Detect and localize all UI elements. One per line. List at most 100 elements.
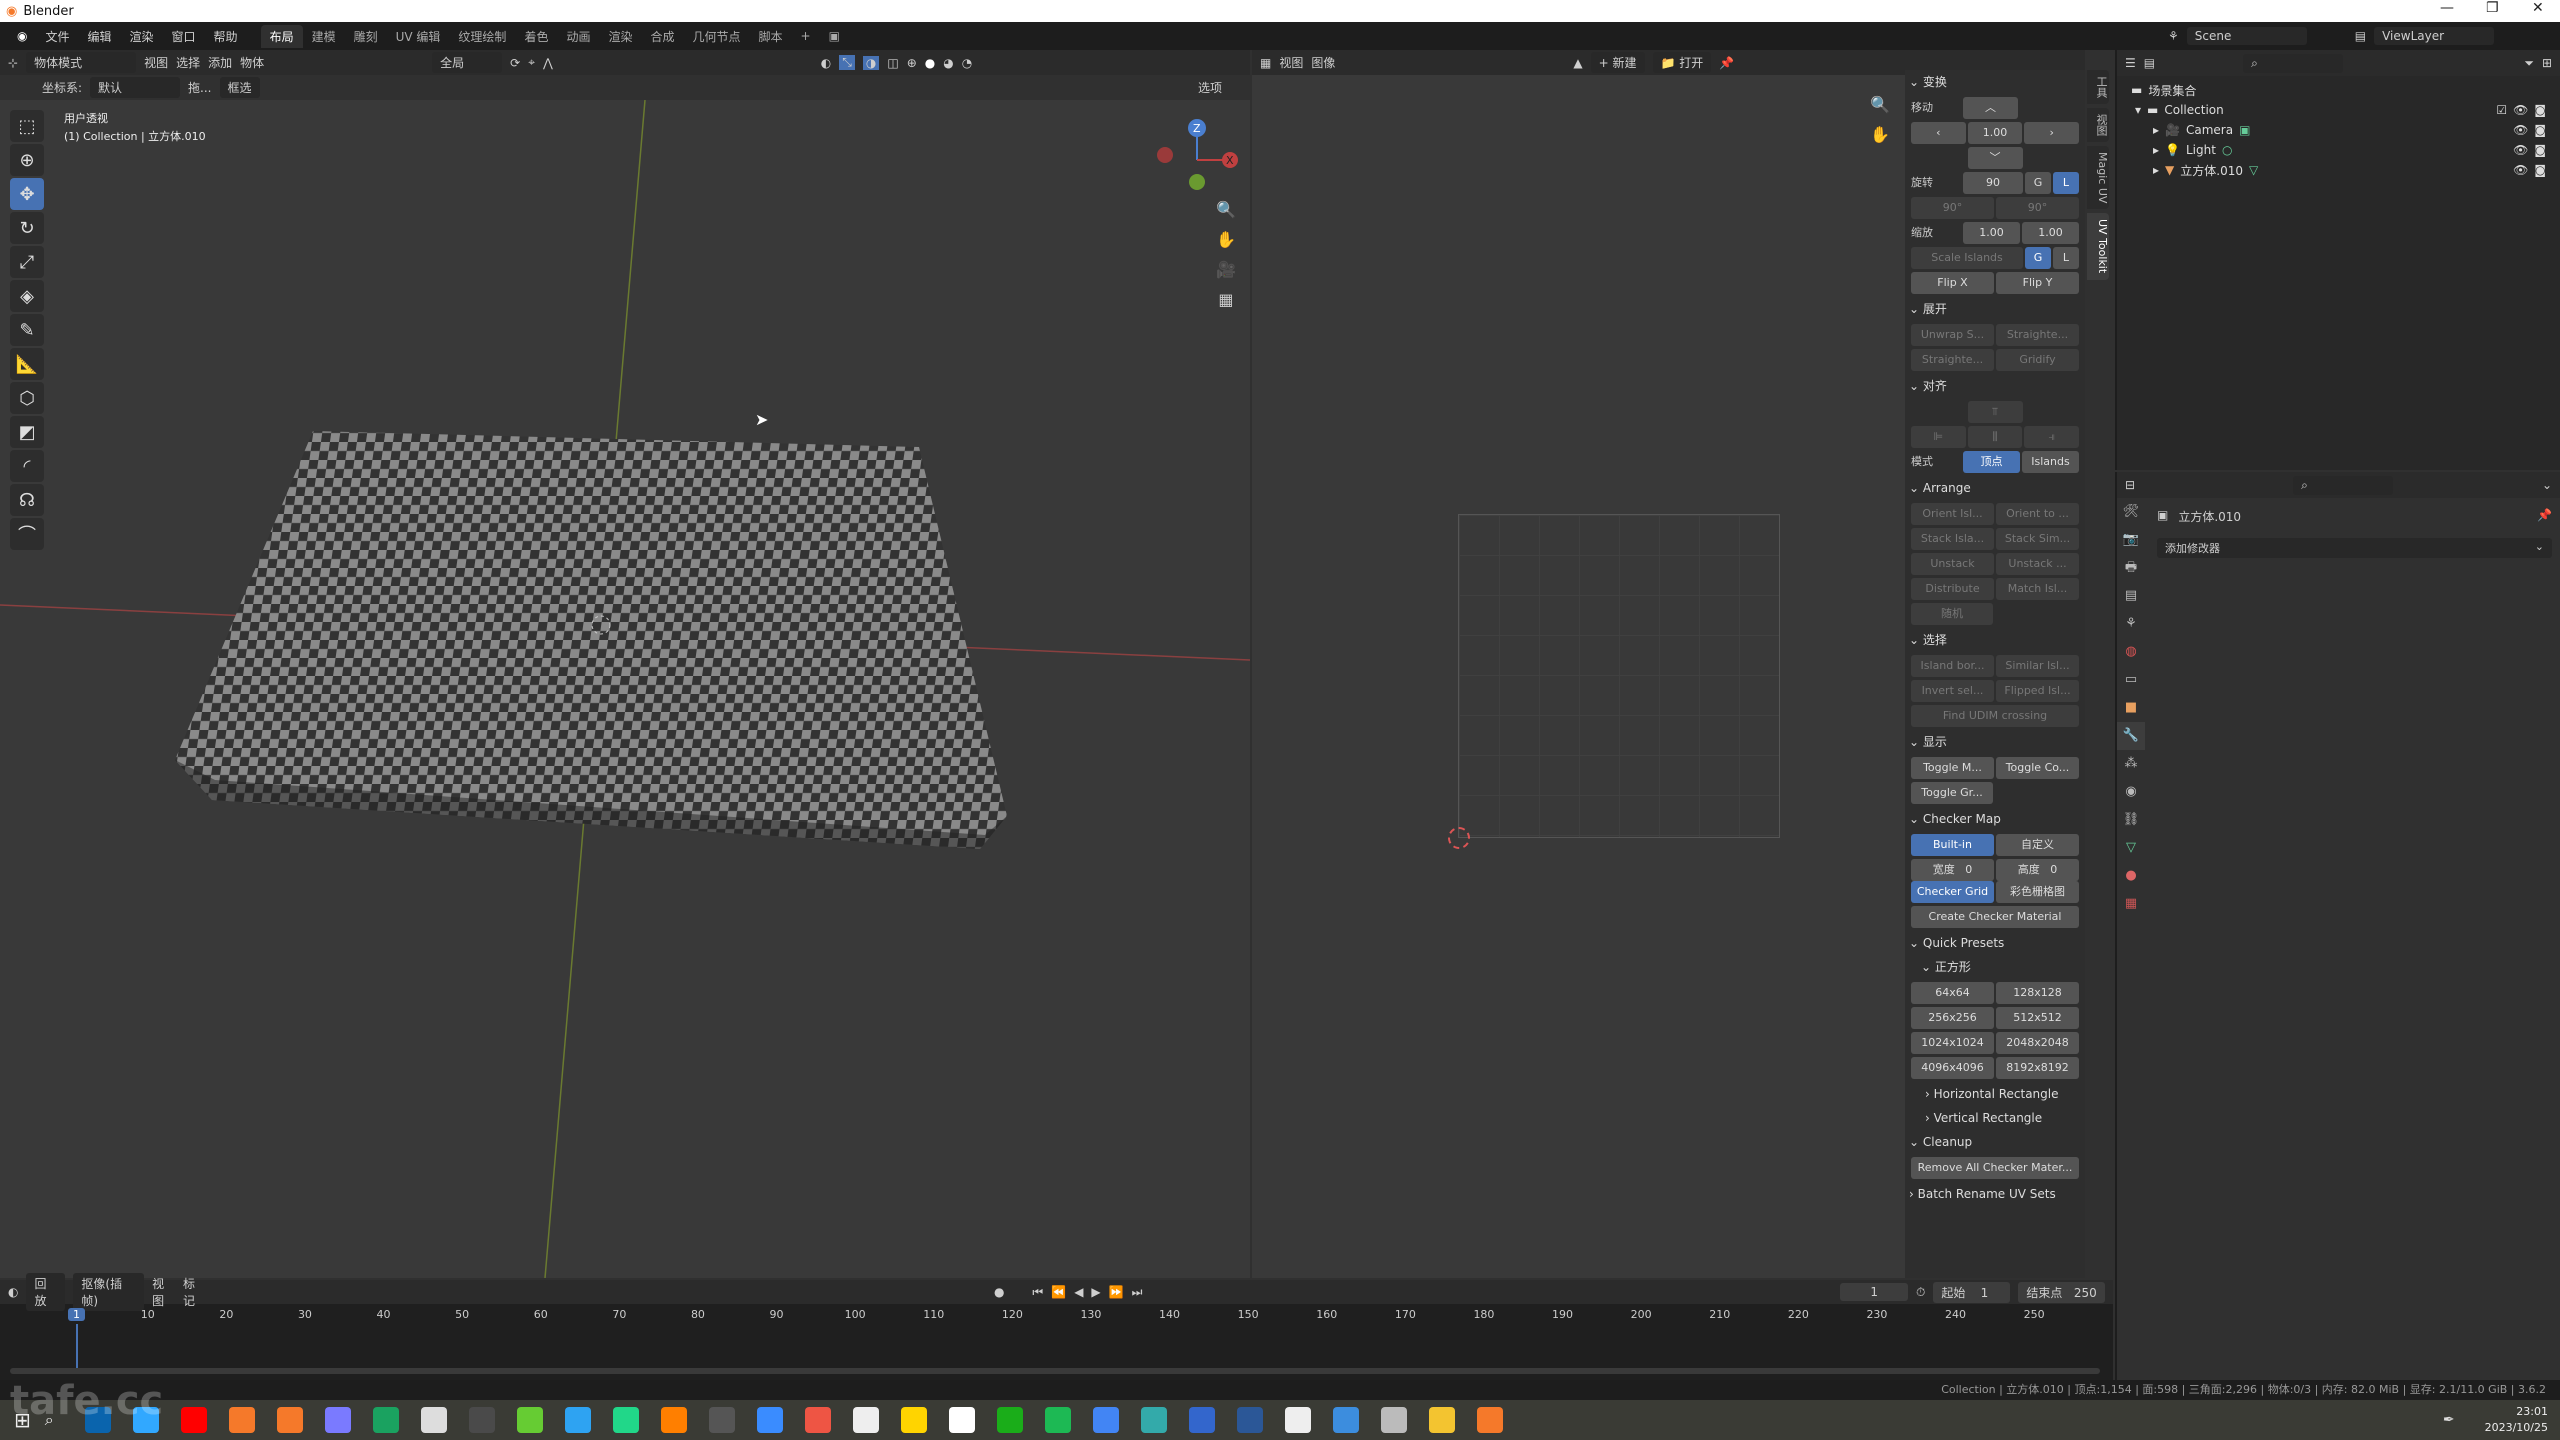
timeline-editor-icon[interactable]: ◐ — [8, 1285, 18, 1299]
toggle-material-button[interactable]: Toggle M... — [1911, 757, 1994, 779]
move-value-field[interactable]: 1.00 — [1967, 122, 2023, 144]
preset-512-button[interactable]: 512x512 — [1996, 1007, 2079, 1029]
rotate-value-field[interactable]: 90 — [1963, 172, 2023, 194]
move-up-button[interactable]: ︿ — [1963, 97, 2018, 119]
prev-keyframe-icon[interactable]: ⏪ — [1051, 1285, 1066, 1299]
unstack-2-button[interactable]: Unstack ... — [1996, 553, 2079, 575]
render-camera-icon[interactable]: ◙ — [2534, 163, 2546, 177]
shear-tool-icon[interactable]: ◩ — [10, 416, 44, 448]
batch-rename-header[interactable]: › Batch Rename UV Sets — [1905, 1182, 2085, 1206]
orient-islands-button[interactable]: Orient Isl... — [1911, 503, 1994, 525]
taskbar-app-icon[interactable] — [324, 1407, 351, 1433]
pan-hand-icon[interactable]: ✋ — [1216, 225, 1236, 255]
scale-global-button[interactable]: G — [2025, 247, 2051, 269]
uv-pan-hand-icon[interactable]: ✋ — [1870, 120, 1890, 150]
visibility-eye-icon[interactable]: 👁 — [2513, 143, 2528, 157]
outliner-item-light[interactable]: ▸ 💡 Light ○ 👁 ◙ — [2131, 140, 2546, 160]
menu-help[interactable]: 帮助 — [205, 25, 247, 48]
new-image-button[interactable]: + 新建 — [1590, 52, 1645, 73]
tab-view[interactable]: 视图 — [2087, 108, 2109, 142]
cursor-tool-icon[interactable]: ⊕ — [10, 144, 44, 176]
align-right-button[interactable]: ⫣ — [2024, 426, 2080, 448]
pin-icon[interactable]: 📌 — [2537, 508, 2552, 525]
scale-x-field[interactable]: 1.00 — [1963, 222, 2020, 244]
stack-similar-button[interactable]: Stack Sim... — [1996, 528, 2079, 550]
add-workspace-button[interactable]: + — [792, 26, 820, 46]
taskbar-app-icon[interactable] — [1140, 1407, 1167, 1433]
tab-texture-paint[interactable]: 纹理绘制 — [449, 25, 515, 48]
taskbar-app-icon[interactable] — [996, 1407, 1023, 1433]
orientation-dropdown[interactable]: 全局 — [432, 52, 503, 73]
edge-slide-tool-icon[interactable]: ⌒ — [10, 518, 44, 550]
align-mode-islands[interactable]: Islands — [2022, 451, 2079, 473]
flip-y-button[interactable]: Flip Y — [1996, 272, 2079, 294]
xray-icon[interactable]: ◫ — [887, 56, 898, 70]
taskbar-app-icon[interactable] — [468, 1407, 495, 1433]
align-center-button[interactable]: ⫼ — [1967, 426, 2023, 448]
output-tab-icon[interactable]: 🖶 — [2117, 554, 2145, 582]
custom-button[interactable]: 自定义 — [1996, 834, 2079, 856]
add-modifier-dropdown[interactable]: 添加修改器 ⌄ — [2157, 538, 2552, 558]
taskbar-app-icon[interactable] — [1476, 1407, 1503, 1433]
next-keyframe-icon[interactable]: ⏩ — [1109, 1285, 1124, 1299]
collection-tab-icon[interactable]: ▭ — [2117, 666, 2145, 694]
outliner-editor-icon[interactable]: ☰ — [2125, 56, 2136, 70]
rotate-global-button[interactable]: G — [2025, 172, 2051, 194]
exclude-checkbox[interactable]: ☑ — [2496, 103, 2507, 117]
outliner-item-collection[interactable]: ▾ ▬ Collection ☑ 👁 ◙ — [2131, 100, 2546, 120]
object-tab-icon[interactable]: ■ — [2117, 694, 2145, 722]
jump-end-icon[interactable]: ⏭ — [1132, 1285, 1143, 1300]
preset-128-button[interactable]: 128x128 — [1996, 982, 2079, 1004]
view-layer-field[interactable]: ViewLayer — [2374, 27, 2495, 45]
arrange-panel-header[interactable]: ⌄ Arrange — [1905, 476, 2085, 500]
taskbar-app-icon[interactable] — [1236, 1407, 1263, 1433]
uv-editor-type-icon[interactable]: ▦ — [1260, 56, 1271, 70]
distribute-button[interactable]: Distribute — [1911, 578, 1994, 600]
play-icon[interactable]: ▶ — [1091, 1285, 1100, 1299]
outliner-root[interactable]: ▬ 场景集合 — [2131, 80, 2546, 100]
zoom-icon[interactable]: 🔍 — [1216, 195, 1236, 225]
properties-search-input[interactable]: ⌕ — [2293, 475, 2394, 495]
tab-sculpting[interactable]: 雕刻 — [345, 25, 387, 48]
navigation-gizmo[interactable]: Z X — [1150, 115, 1240, 205]
physics-tab-icon[interactable]: ◉ — [2117, 778, 2145, 806]
workspace-extra-icon[interactable]: ▣ — [820, 26, 849, 46]
taskbar-app-icon[interactable] — [756, 1407, 783, 1433]
taskbar-app-icon[interactable] — [1284, 1407, 1311, 1433]
taskbar-app-icon[interactable] — [276, 1407, 303, 1433]
taskbar-app-icon[interactable] — [516, 1407, 543, 1433]
tab-modeling[interactable]: 建模 — [303, 25, 345, 48]
data-tab-icon[interactable]: ▽ — [2117, 834, 2145, 862]
3d-viewport[interactable]: ⊹ 物体模式 视图 选择 添加 物体 全局 ⟳ ⌖ ⋀ ◐ ⤡ ◑ ◫ ⊕ ● … — [0, 50, 1250, 1278]
rotate-local-button[interactable]: L — [2053, 172, 2079, 194]
uv-menu-view[interactable]: 视图 — [1279, 54, 1303, 71]
timeline-scrollbar[interactable] — [10, 1368, 2100, 1374]
timeline[interactable]: ◐ 回放 抠像(插帧) 视图 标记 ● ⏮ ⏪ ◀ ▶ ⏩ ⏭ 1 ⏱ 起始 1… — [0, 1273, 2113, 1380]
timeline-menu-view[interactable]: 视图 — [152, 1275, 175, 1309]
render-tab-icon[interactable]: 📷 — [2117, 526, 2145, 554]
mode-dropdown[interactable]: 物体模式 — [26, 52, 137, 73]
snap-icon[interactable]: ⌖ — [528, 55, 535, 70]
tab-animation[interactable]: 动画 — [557, 25, 599, 48]
preset-1024-button[interactable]: 1024x1024 — [1911, 1032, 1994, 1054]
cleanup-panel-header[interactable]: ⌄ Cleanup — [1905, 1130, 2085, 1154]
tab-magic-uv[interactable]: Magic UV — [2087, 146, 2109, 210]
filter-icon[interactable]: ⏷ — [2524, 56, 2534, 71]
menu-edit[interactable]: 编辑 — [79, 25, 121, 48]
solid-shading-icon[interactable]: ● — [925, 56, 935, 70]
render-camera-icon[interactable]: ◙ — [2534, 103, 2546, 117]
taskbar-app-icon[interactable] — [708, 1407, 735, 1433]
jump-start-icon[interactable]: ⏮ — [1032, 1285, 1043, 1300]
scale-islands-button[interactable]: Scale Islands — [1911, 247, 2023, 269]
checker-map-panel-header[interactable]: ⌄ Checker Map — [1905, 807, 2085, 831]
similar-islands-button[interactable]: Similar Isl... — [1996, 655, 2079, 677]
world-tab-icon[interactable]: ◍ — [2117, 638, 2145, 666]
scene-tab-icon[interactable]: ⚘ — [2117, 610, 2145, 638]
move-tool-icon[interactable]: ✥ — [10, 178, 44, 210]
uv-menu-image[interactable]: 图像 — [1311, 54, 1335, 71]
move-right-button[interactable]: › — [2024, 122, 2080, 144]
keying-dropdown[interactable]: 抠像(插帧) — [73, 1273, 145, 1311]
taskbar-app-icon[interactable] — [1380, 1407, 1407, 1433]
menu-select[interactable]: 选择 — [176, 54, 200, 71]
color-grid-button[interactable]: 彩色栅格图 — [1996, 881, 2079, 903]
